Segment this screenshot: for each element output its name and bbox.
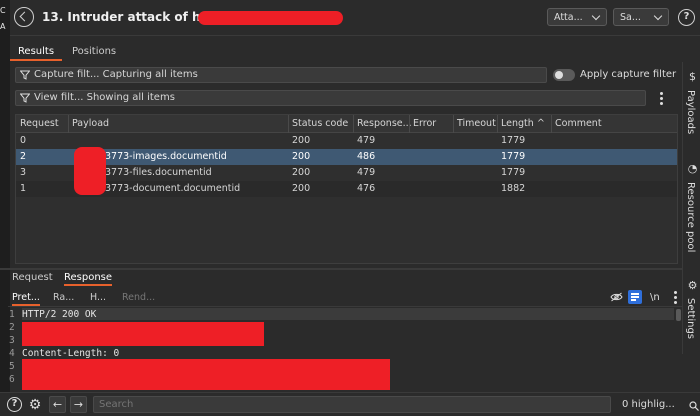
save-dropdown[interactable]: Sa...: [613, 8, 669, 26]
left-strip-char: A: [0, 22, 6, 31]
capture-filter-bar[interactable]: Capture filt... Capturing all items: [15, 67, 547, 83]
col-timeout[interactable]: Timeout: [457, 118, 496, 129]
table-row[interactable]: 0 200 479 1779: [16, 133, 677, 149]
bottom-bar: ? ⚙ ← → 0 highlig...: [0, 392, 700, 416]
col-request[interactable]: Request: [20, 118, 59, 129]
search-field[interactable]: [93, 396, 699, 413]
right-side-tabs: $ Payloads ◔ Resource pool ⚙ Settings: [682, 62, 700, 354]
tab-pretty[interactable]: Pret...: [12, 292, 40, 306]
split-pane-divider[interactable]: [0, 268, 682, 270]
results-table: Request Payload Status code Response... …: [15, 114, 678, 264]
side-tab-resource-pool[interactable]: Resource pool: [685, 182, 696, 252]
col-error[interactable]: Error: [413, 118, 436, 129]
dollar-icon: $: [689, 70, 696, 83]
editor-scrollbar-thumb[interactable]: [676, 309, 681, 321]
redaction-mark: [198, 11, 343, 25]
response-editor[interactable]: 1 HTTP/2 200 OK 2 3 4 Content-Length: 0 …: [8, 308, 678, 390]
line-number: 2: [9, 322, 15, 333]
word-wrap-icon[interactable]: [628, 290, 642, 304]
code-line: HTTP/2 200 OK: [22, 309, 97, 320]
search-input[interactable]: [99, 399, 579, 410]
more-options-icon[interactable]: [660, 92, 664, 106]
request-response-tabs: Request Response: [10, 271, 682, 287]
tab-raw[interactable]: Ra...: [53, 292, 74, 303]
view-filter-bar[interactable]: View filt... Showing all items: [15, 90, 646, 106]
col-response[interactable]: Response...: [357, 118, 412, 129]
response-viewer-toolbar: Pret... Ra... H... Rend... \n: [8, 289, 682, 307]
sort-asc-icon: ^: [536, 118, 545, 129]
pie-icon: ◔: [687, 162, 698, 175]
capture-filter-text: Capture filt... Capturing all items: [34, 69, 198, 80]
search-icon: [689, 401, 699, 411]
tab-request[interactable]: Request: [12, 272, 53, 283]
col-status-code[interactable]: Status code: [292, 118, 348, 129]
table-row[interactable]: 3 d=3773-files.documentid 200 479 1779: [16, 165, 677, 181]
tab-positions[interactable]: Positions: [68, 44, 120, 59]
tab-response[interactable]: Response: [64, 272, 113, 286]
line-number: 5: [9, 361, 15, 372]
side-tab-settings[interactable]: Settings: [685, 298, 696, 339]
newline-toggle[interactable]: \n: [650, 292, 660, 303]
back-icon[interactable]: [14, 7, 34, 27]
viewer-menu-icon[interactable]: [674, 291, 678, 305]
eye-off-icon[interactable]: [610, 292, 623, 302]
redaction-mark: [22, 322, 264, 346]
view-filter-text: View filt... Showing all items: [34, 92, 175, 103]
code-line: Content-Length: 0: [22, 348, 120, 359]
tab-results[interactable]: Results: [10, 44, 62, 61]
redaction-mark: [74, 147, 106, 195]
line-number: 3: [9, 335, 15, 346]
table-row[interactable]: 2 d=3773-images.documentid 200 486 1779: [16, 149, 677, 165]
left-strip-char: C: [0, 6, 6, 15]
gear-icon: ⚙: [687, 279, 698, 292]
line-number: 6: [9, 374, 15, 385]
settings-gear-icon[interactable]: ⚙: [27, 397, 43, 413]
help-icon[interactable]: ?: [7, 397, 22, 412]
apply-capture-filter-label: Apply capture filter: [580, 69, 677, 80]
funnel-icon: [20, 93, 30, 103]
tab-hex[interactable]: H...: [90, 292, 106, 303]
line-number: 1: [9, 309, 15, 320]
table-header: Request Payload Status code Response... …: [16, 115, 677, 133]
redaction-mark: [22, 359, 390, 390]
previous-match-button[interactable]: ←: [49, 396, 66, 413]
next-match-button[interactable]: →: [70, 396, 87, 413]
col-comment[interactable]: Comment: [555, 118, 602, 129]
tab-render[interactable]: Rend...: [122, 292, 155, 303]
col-length[interactable]: Length ^: [501, 118, 545, 129]
intruder-attack-window: C A 13. Intruder attack of https:// Atta…: [0, 0, 700, 416]
col-payload[interactable]: Payload: [72, 118, 109, 129]
help-icon[interactable]: ?: [678, 9, 695, 26]
title-bar: 13. Intruder attack of https:// Atta... …: [10, 0, 700, 36]
line-number: 4: [9, 348, 15, 359]
table-row[interactable]: 1 d=3773-document.documentid 200 476 188…: [16, 181, 677, 197]
current-line-highlight: [22, 308, 678, 320]
attack-dropdown[interactable]: Atta...: [547, 8, 607, 26]
funnel-icon: [20, 70, 30, 80]
apply-capture-filter-toggle[interactable]: [553, 69, 575, 81]
highlight-count: 0 highlig...: [622, 399, 675, 410]
side-tab-payloads[interactable]: Payloads: [685, 90, 696, 134]
